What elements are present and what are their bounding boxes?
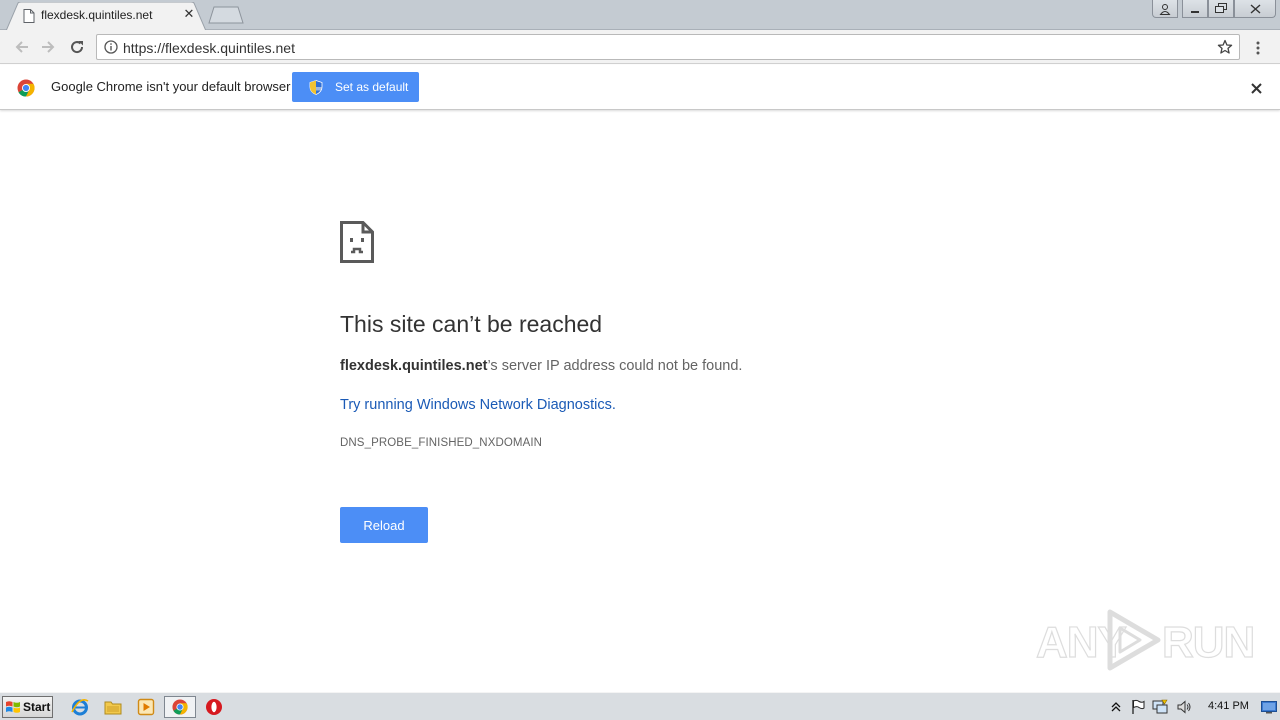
tab-strip: flexdesk.quintiles.net ✕ (0, 0, 1280, 31)
anyrun-watermark: ANY RUN (1035, 606, 1256, 674)
reload-icon (71, 41, 84, 54)
reload-toolbar-button[interactable] (65, 35, 89, 59)
network-diagnostics-link[interactable]: Try running Windows Network Diagnostics. (340, 397, 616, 413)
tab-active[interactable]: flexdesk.quintiles.net ✕ (6, 2, 206, 31)
internet-explorer-icon (71, 699, 89, 716)
show-hidden-icons[interactable] (1108, 699, 1124, 715)
set-as-default-button[interactable]: Set as default (292, 72, 419, 102)
tab-title: flexdesk.quintiles.net (41, 8, 153, 22)
taskbar-internet-explorer[interactable] (69, 697, 91, 717)
infobar-message: Google Chrome isn't your default browser (51, 79, 291, 94)
taskbar-file-explorer[interactable] (102, 697, 124, 717)
play-logo-icon (1107, 609, 1161, 671)
more-vertical-icon (1256, 41, 1260, 55)
close-icon (1250, 3, 1260, 14)
action-center-flag-icon (1132, 699, 1145, 714)
error-summary: flexdesk.quintiles.net’s server IP addre… (340, 358, 742, 374)
windows-logo-icon (6, 701, 20, 713)
system-tray: 4:41 PM (1104, 693, 1280, 720)
opera-icon (206, 699, 222, 715)
minimize-button[interactable] (1182, 0, 1208, 18)
error-heading: This site can’t be reached (340, 311, 603, 337)
uac-shield-icon (309, 79, 323, 95)
taskbar-media-player[interactable] (135, 697, 157, 717)
arrow-right-icon (42, 41, 55, 53)
arrow-left-icon (15, 41, 28, 53)
restore-button[interactable] (1208, 0, 1234, 18)
desktop-icon (1261, 701, 1277, 714)
start-label: Start (23, 700, 51, 714)
action-center[interactable] (1130, 699, 1146, 715)
chrome-menu-button[interactable] (1250, 39, 1266, 57)
browser-toolbar: https://flexdesk.quintiles.net (0, 30, 1280, 64)
media-player-icon (137, 698, 155, 716)
taskbar-chrome[interactable] (164, 696, 196, 718)
error-summary-text: ’s server IP address could not be found. (487, 358, 743, 374)
user-icon (1159, 3, 1171, 15)
restore-icon (1215, 3, 1227, 13)
minimize-icon (1191, 10, 1199, 13)
star-icon[interactable] (1217, 39, 1233, 55)
network-status[interactable] (1152, 699, 1168, 715)
default-browser-infobar: Google Chrome isn't your default browser… (0, 65, 1280, 110)
volume-control[interactable] (1176, 699, 1192, 715)
file-explorer-icon (104, 701, 122, 715)
sad-page-icon (340, 221, 374, 263)
volume-icon (1177, 700, 1191, 714)
forward-button[interactable] (36, 35, 60, 59)
network-icon (1152, 699, 1168, 714)
reload-button[interactable]: Reload (340, 507, 428, 543)
profile-button[interactable] (1152, 0, 1178, 18)
taskbar-opera[interactable] (203, 697, 225, 717)
back-button[interactable] (10, 35, 34, 59)
windows-taskbar: Start 4:41 PM (0, 692, 1280, 720)
taskbar-clock[interactable]: 4:41 PM (1208, 700, 1249, 712)
address-bar[interactable]: https://flexdesk.quintiles.net (96, 34, 1240, 60)
chrome-icon (172, 699, 188, 715)
url-text[interactable]: https://flexdesk.quintiles.net (123, 40, 295, 56)
tab-close-button[interactable]: ✕ (182, 8, 196, 22)
set-as-default-label: Set as default (335, 80, 409, 94)
document-icon (23, 9, 35, 23)
infobar-close-button[interactable] (1247, 79, 1265, 97)
chrome-logo-icon (17, 79, 35, 97)
info-icon[interactable] (104, 40, 118, 54)
close-icon (1250, 82, 1262, 94)
show-desktop-button[interactable] (1260, 698, 1278, 716)
start-button[interactable]: Start (2, 696, 53, 718)
watermark-text-right: RUN (1161, 617, 1256, 667)
error-host: flexdesk.quintiles.net (340, 358, 488, 374)
window-close-button[interactable] (1234, 0, 1276, 18)
new-tab-button[interactable] (208, 6, 244, 24)
error-code: DNS_PROBE_FINISHED_NXDOMAIN (340, 437, 543, 449)
chevron-up-icon (1111, 702, 1121, 712)
